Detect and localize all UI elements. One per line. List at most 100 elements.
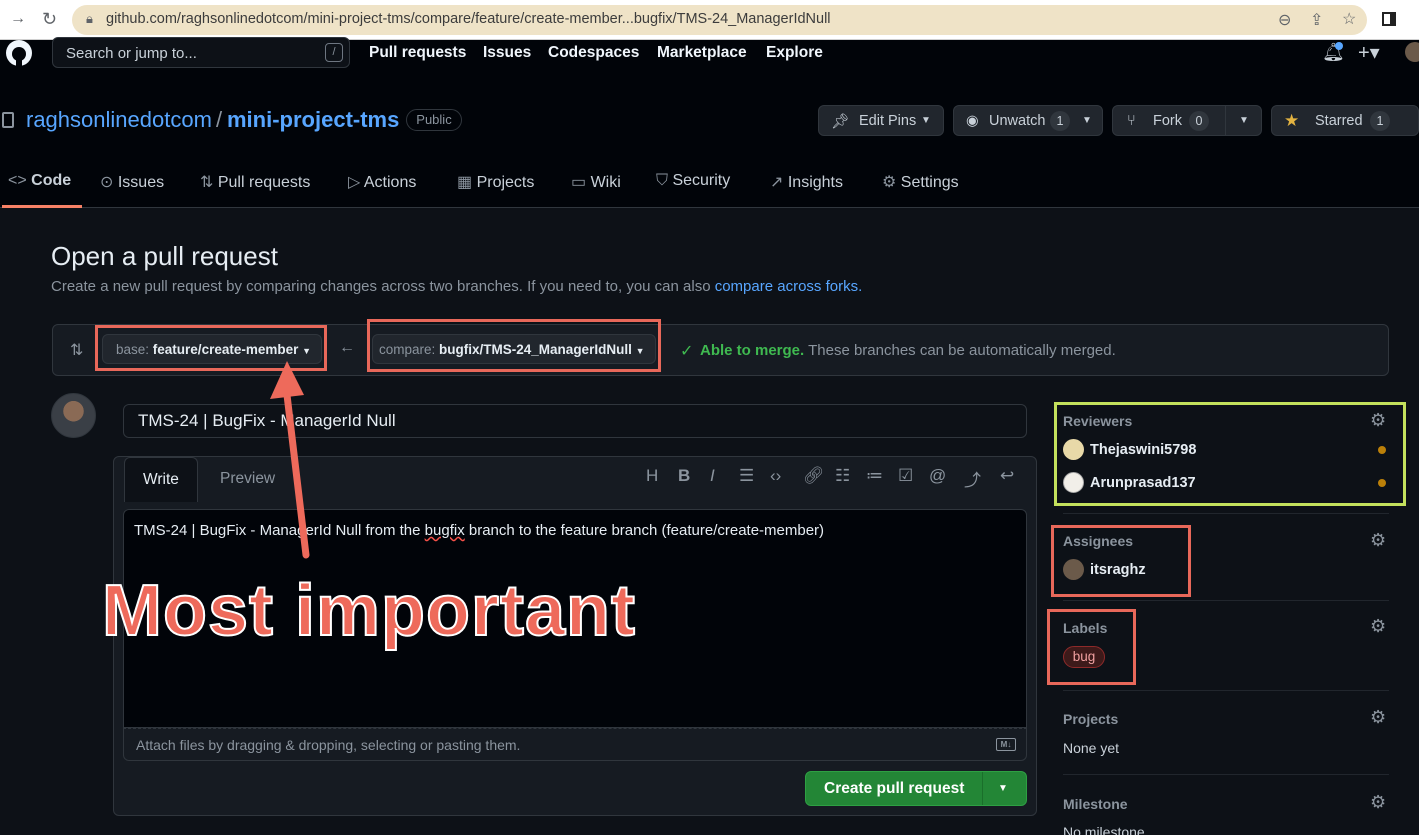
italic-icon[interactable]: I (710, 466, 715, 486)
book-icon: ▭ (571, 174, 591, 191)
merge-status-detail: These branches can be automatically merg… (808, 342, 1116, 359)
pull-request-icon: ⇅ (200, 174, 218, 191)
tab-code[interactable]: <> Code (8, 172, 71, 190)
forward-icon[interactable]: → (10, 10, 26, 28)
repo-separator: / (216, 107, 223, 132)
chevron-down-icon: ▼ (1082, 115, 1092, 126)
cross-reference-icon[interactable]: ⤴ (964, 466, 981, 491)
user-avatar[interactable] (1405, 42, 1419, 62)
code-icon[interactable]: ‹› (770, 466, 781, 486)
nav-pull-requests[interactable]: Pull requests (369, 44, 466, 62)
page-subtitle: Create a new pull request by comparing c… (51, 278, 862, 295)
attach-files-bar[interactable]: Attach files by dragging & dropping, sel… (123, 728, 1027, 761)
edit-pins-button[interactable]: 📌︎ Edit Pins ▼ (818, 105, 944, 136)
tab-pull-requests[interactable]: ⇅ Pull requests (200, 172, 310, 192)
url-text[interactable]: github.com/raghsonlinedotcom/mini-projec… (106, 11, 831, 27)
tab-insights[interactable]: ↗ Insights (770, 172, 843, 192)
tab-security[interactable]: ⛉ Security (656, 172, 730, 190)
shield-icon: ⛉ (656, 172, 673, 189)
compare-forks-link[interactable]: compare across forks. (715, 278, 863, 295)
tab-issues[interactable]: ⊙ Issues (100, 172, 164, 192)
body-spellcheck-word: bugfix (424, 522, 465, 539)
button-divider (1225, 106, 1226, 135)
tab-write[interactable]: Write (124, 457, 198, 502)
table-icon: ▦ (457, 174, 477, 191)
labels-gear-icon[interactable]: ⚙ (1370, 616, 1386, 637)
assignees-gear-icon[interactable]: ⚙ (1370, 530, 1386, 551)
tab-pull-requests-label: Pull requests (217, 174, 311, 191)
notification-dot (1335, 42, 1343, 50)
bold-icon[interactable]: B (678, 466, 690, 486)
markdown-icon: M↓ (996, 738, 1016, 751)
tab-settings-label: Settings (900, 174, 959, 191)
annotation-label: Most important (101, 570, 636, 652)
nav-marketplace[interactable]: Marketplace (657, 44, 747, 62)
tab-security-label: Security (672, 172, 731, 189)
create-options-chevron-icon[interactable]: ▼ (998, 783, 1008, 794)
ordered-list-icon[interactable]: ≔ (866, 466, 883, 486)
visibility-badge: Public (406, 109, 462, 131)
annotation-box-labels (1047, 609, 1136, 685)
repo-owner-link[interactable]: raghsonlinedotcom (26, 107, 212, 133)
merge-status-ok: Able to merge. (700, 342, 805, 359)
reload-icon[interactable]: ↻ (42, 9, 57, 30)
arrow-left-icon: ← (339, 339, 355, 356)
issue-icon: ⊙ (100, 174, 118, 191)
tab-projects[interactable]: ▦ Projects (457, 172, 534, 192)
tab-code-label: Code (31, 172, 72, 189)
sidebar-divider (1063, 774, 1389, 775)
graph-icon: ↗ (770, 174, 788, 191)
pin-icon: 📌︎ (831, 114, 850, 130)
check-icon: ✓ (680, 343, 694, 360)
quote-icon[interactable]: ☰ (739, 466, 754, 486)
annotation-box-compare (367, 319, 661, 372)
starred-button[interactable]: ★ Starred 1 (1271, 105, 1419, 136)
unwatch-button[interactable]: ◉ Unwatch 1 ▼ (953, 105, 1103, 136)
annotation-box-assignees (1051, 525, 1191, 597)
mention-icon[interactable]: @ (929, 466, 946, 486)
milestone-value: No milestone (1063, 824, 1145, 835)
sidebar-toggle-icon[interactable] (1382, 12, 1396, 26)
search-placeholder: Search or jump to... (66, 45, 197, 62)
annotation-box-reviewers (1054, 402, 1406, 506)
task-list-icon[interactable]: ☑ (898, 466, 913, 486)
chevron-down-icon: ▼ (1239, 115, 1249, 126)
watch-counter: 1 (1050, 111, 1070, 131)
star-filled-icon: ★ (1284, 111, 1300, 130)
projects-value: None yet (1063, 740, 1120, 756)
nav-issues[interactable]: Issues (483, 44, 531, 62)
bookmark-star-icon[interactable]: ☆ (1342, 9, 1356, 29)
gear-icon: ⚙ (882, 174, 901, 191)
link-icon[interactable]: 🔗︎ (803, 466, 825, 486)
share-icon[interactable]: ⇪ (1310, 10, 1323, 30)
zoom-icon[interactable]: ⊖ (1278, 10, 1291, 30)
edit-pins-label: Edit Pins (859, 113, 917, 129)
heading-icon[interactable]: H (646, 466, 658, 486)
chevron-down-icon: ▼ (921, 115, 931, 126)
tab-settings[interactable]: ⚙ Settings (882, 172, 959, 192)
sidebar-divider (1063, 600, 1389, 601)
tab-wiki[interactable]: ▭ Wiki (571, 172, 621, 192)
annotation-arrow (270, 361, 310, 559)
lock-icon: 🔒︎ (86, 11, 93, 26)
active-tab-underline (2, 205, 82, 208)
milestone-gear-icon[interactable]: ⚙ (1370, 792, 1386, 813)
github-logo-icon[interactable] (2, 40, 36, 70)
projects-gear-icon[interactable]: ⚙ (1370, 707, 1386, 728)
pr-title-input[interactable]: TMS-24 | BugFix - ManagerId Null (123, 404, 1027, 438)
create-new-icon[interactable]: +▾ (1358, 40, 1380, 65)
repo-name-link[interactable]: mini-project-tms (227, 107, 399, 133)
unordered-list-icon[interactable]: ☷ (835, 466, 850, 486)
body-text-end: branch to the feature branch (feature/cr… (464, 522, 825, 539)
reply-icon[interactable]: ↩ (1000, 466, 1014, 486)
tab-actions-label: Actions (363, 174, 417, 191)
eye-icon: ◉ (966, 113, 979, 129)
nav-explore[interactable]: Explore (766, 44, 823, 62)
tab-actions[interactable]: ▷ Actions (348, 172, 416, 192)
compare-icon: ⇅ (70, 342, 84, 359)
nav-codespaces[interactable]: Codespaces (548, 44, 639, 62)
slash-hint: / (325, 43, 343, 62)
fork-button[interactable]: ⑂ Fork 0 ▼ (1112, 105, 1262, 136)
tab-wiki-label: Wiki (590, 174, 621, 191)
button-divider (982, 772, 983, 805)
